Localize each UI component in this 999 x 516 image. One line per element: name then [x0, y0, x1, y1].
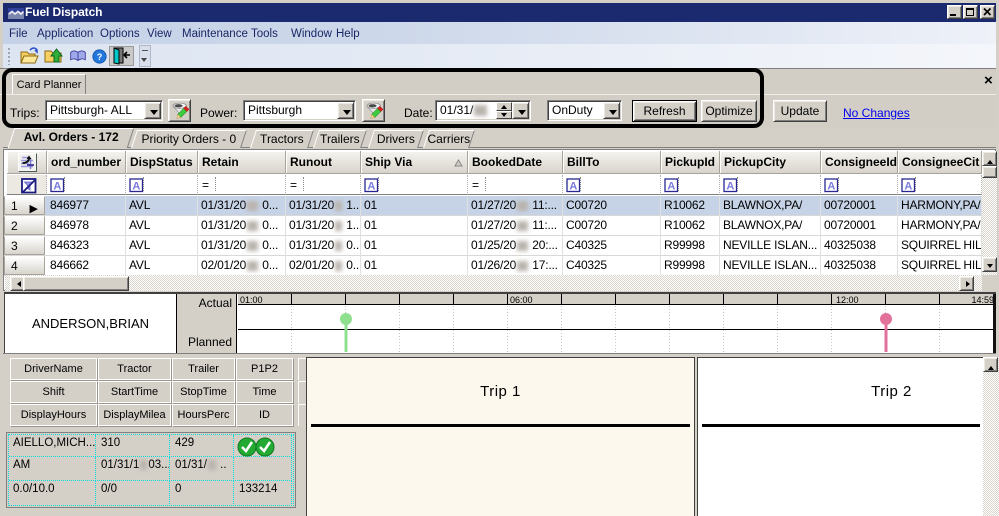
svg-text:A: A [53, 181, 61, 193]
svg-text:?: ? [97, 52, 103, 62]
svg-text:A: A [132, 181, 140, 193]
svg-text:A: A [367, 181, 375, 193]
svg-text:A: A [904, 181, 912, 193]
svg-text:A: A [667, 181, 675, 193]
svg-text:A: A [726, 181, 734, 193]
svg-text:A: A [569, 181, 577, 193]
svg-text:A: A [827, 181, 835, 193]
